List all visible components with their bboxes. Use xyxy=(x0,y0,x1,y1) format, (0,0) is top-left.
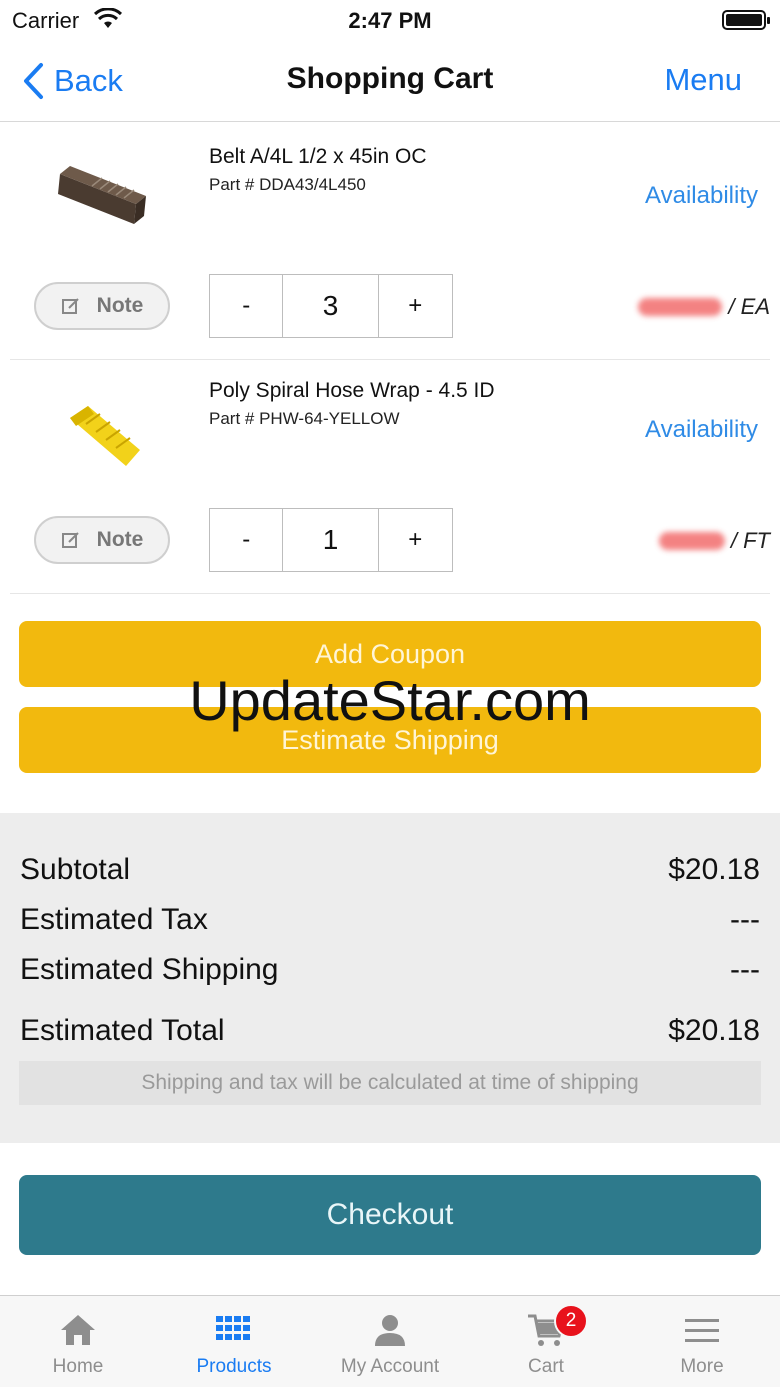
navigation-bar: Back Shopping Cart Menu xyxy=(0,42,780,122)
hose-wrap-product-image xyxy=(70,406,140,466)
total-row: Estimated Total $20.18 xyxy=(20,1014,760,1048)
shipping-row: Estimated Shipping --- xyxy=(20,953,760,987)
person-icon xyxy=(375,1315,405,1346)
cart-count-badge: 2 xyxy=(554,1304,588,1338)
subtotal-label: Subtotal xyxy=(20,853,131,886)
tab-label: More xyxy=(680,1356,724,1377)
tab-label: Cart xyxy=(528,1356,564,1377)
tab-label: Products xyxy=(196,1356,272,1377)
note-button[interactable]: Note xyxy=(34,282,170,330)
estimate-shipping-button[interactable]: Estimate Shipping xyxy=(19,707,761,773)
total-label: Estimated Total xyxy=(20,1014,225,1047)
availability-link[interactable]: Availability xyxy=(645,182,758,210)
item-price: / FT xyxy=(658,528,770,554)
shipping-value: --- xyxy=(730,953,760,986)
note-label: Note xyxy=(96,294,144,317)
cart-item: Belt A/4L 1/2 x 45in OC Part # DDA43/4L4… xyxy=(10,126,770,360)
item-info: Poly Spiral Hose Wrap - 4.5 ID Part # PH… xyxy=(209,378,509,432)
quantity-stepper: - 1 + xyxy=(209,508,453,572)
note-label: Note xyxy=(96,528,144,551)
decrease-quantity-button[interactable]: - xyxy=(210,275,284,337)
quantity-field[interactable]: 1 xyxy=(283,509,379,571)
price-unit: / FT xyxy=(730,528,770,553)
checkout-button[interactable]: Checkout xyxy=(19,1175,761,1255)
subtotal-value: $20.18 xyxy=(668,853,760,886)
edit-note-icon xyxy=(61,298,79,314)
order-summary: Subtotal $20.18 Estimated Tax --- Estima… xyxy=(0,813,780,1143)
item-info: Belt A/4L 1/2 x 45in OC Part # DDA43/4L4… xyxy=(209,144,509,198)
price-unit: / EA xyxy=(728,294,770,319)
tab-cart[interactable]: 2 Cart xyxy=(468,1296,624,1387)
tax-label: Estimated Tax xyxy=(20,903,208,936)
battery-icon xyxy=(722,10,770,30)
redacted-price xyxy=(638,298,723,316)
menu-button[interactable]: Menu xyxy=(664,62,742,98)
quantity-stepper: - 3 + xyxy=(209,274,453,338)
availability-link[interactable]: Availability xyxy=(645,416,758,444)
home-icon xyxy=(61,1315,95,1345)
belt-product-image xyxy=(58,166,146,224)
status-bar: Carrier 2:47 PM xyxy=(0,0,780,42)
shipping-tax-note: Shipping and tax will be calculated at t… xyxy=(19,1061,761,1105)
tab-products[interactable]: Products xyxy=(156,1296,312,1387)
item-name: Poly Spiral Hose Wrap - 4.5 ID xyxy=(209,379,495,402)
item-part-number: Part # PHW-64-YELLOW xyxy=(209,409,400,428)
tab-my-account[interactable]: My Account xyxy=(312,1296,468,1387)
decrease-quantity-button[interactable]: - xyxy=(210,509,284,571)
shipping-label: Estimated Shipping xyxy=(20,953,279,986)
hamburger-icon xyxy=(685,1319,719,1342)
item-price: / EA xyxy=(638,294,770,320)
item-part-number: Part # DDA43/4L450 xyxy=(209,175,366,194)
subtotal-row: Subtotal $20.18 xyxy=(20,853,760,887)
quantity-field[interactable]: 3 xyxy=(283,275,379,337)
note-button[interactable]: Note xyxy=(34,516,170,564)
tab-bar: Home Products My Account 2 Cart More xyxy=(0,1295,780,1387)
total-value: $20.18 xyxy=(668,1014,760,1047)
tab-more[interactable]: More xyxy=(624,1296,780,1387)
tax-row: Estimated Tax --- xyxy=(20,903,760,937)
cart-item: Poly Spiral Hose Wrap - 4.5 ID Part # PH… xyxy=(10,360,770,594)
grid-icon xyxy=(216,1316,250,1340)
increase-quantity-button[interactable]: + xyxy=(379,509,452,571)
redacted-price xyxy=(658,532,725,550)
page-title: Shopping Cart xyxy=(286,62,494,95)
edit-note-icon xyxy=(61,532,79,548)
status-time: 2:47 PM xyxy=(348,8,432,33)
tab-label: Home xyxy=(52,1356,104,1377)
tab-label: My Account xyxy=(340,1356,440,1377)
item-name: Belt A/4L 1/2 x 45in OC xyxy=(209,145,427,168)
tax-value: --- xyxy=(730,903,760,936)
add-coupon-button[interactable]: Add Coupon xyxy=(19,621,761,687)
increase-quantity-button[interactable]: + xyxy=(379,275,452,337)
tab-home[interactable]: Home xyxy=(0,1296,156,1387)
